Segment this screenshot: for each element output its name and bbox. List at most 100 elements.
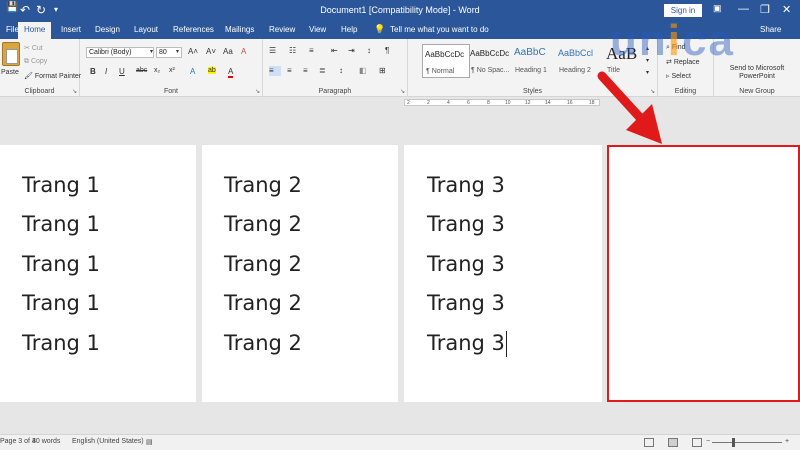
text-effects-button[interactable]: A <box>190 67 195 76</box>
minimize-button[interactable]: — <box>738 3 749 15</box>
clear-formatting-button[interactable]: A <box>241 47 246 56</box>
read-mode-icon[interactable] <box>644 438 654 447</box>
superscript-button[interactable]: x² <box>169 67 175 74</box>
show-marks-button[interactable]: ¶ <box>385 46 389 55</box>
send-to-powerpoint-button[interactable]: Send to Microsoft PowerPoint <box>719 65 795 81</box>
page-count-status[interactable]: Page 3 of 4 <box>0 438 36 445</box>
page-text-line: Trang 2 <box>224 173 302 197</box>
page-2[interactable]: Trang 2 Trang 2 Trang 2 Trang 2 Trang 2 <box>202 145 398 402</box>
style-normal[interactable]: AaBbCcDc ¶ Normal <box>422 44 470 78</box>
tab-file[interactable]: File <box>6 25 19 34</box>
align-left-icon[interactable]: ≡ <box>269 66 281 76</box>
style-no-spacing[interactable]: AaBbCcDc ¶ No Spac... <box>468 44 516 78</box>
page-text-line: Trang 2 <box>224 252 302 276</box>
underline-button[interactable]: U <box>119 67 125 76</box>
tab-mailings[interactable]: Mailings <box>225 25 254 34</box>
zoom-out-icon[interactable]: − <box>706 438 710 445</box>
tab-layout[interactable]: Layout <box>134 25 158 34</box>
tab-references[interactable]: References <box>173 25 214 34</box>
font-launcher-icon[interactable]: ↘ <box>255 88 260 95</box>
language-status[interactable]: English (United States) <box>72 438 144 445</box>
tell-me-search[interactable]: Tell me what you want to do <box>390 25 489 34</box>
subscript-button[interactable]: x₂ <box>154 67 160 74</box>
ruler-tick-label: 2 <box>407 100 410 106</box>
justify-icon[interactable]: ≣ <box>319 66 326 75</box>
ruler-tick-label: 4 <box>447 100 450 106</box>
highlight-button[interactable]: ab <box>208 67 216 74</box>
tab-review[interactable]: Review <box>269 25 295 34</box>
copy-button[interactable]: ⧉ Copy <box>24 58 47 66</box>
borders-icon[interactable]: ⊞ <box>379 66 386 75</box>
line-spacing-icon[interactable]: ↕ <box>339 66 343 75</box>
font-color-button[interactable]: A <box>228 67 234 78</box>
style-heading-1[interactable]: AaBbC Heading 1 <box>512 44 560 78</box>
align-right-icon[interactable]: ≡ <box>303 66 308 75</box>
decrease-indent-button[interactable]: ⇤ <box>331 46 338 55</box>
cut-button[interactable]: ✂ Cut <box>24 44 43 52</box>
ruler-tick-label: 12 <box>525 100 531 106</box>
strikethrough-button[interactable]: abc <box>136 67 147 74</box>
format-painter-label: Format Painter <box>34 73 82 80</box>
numbering-button[interactable]: ☷ <box>289 46 296 55</box>
lightbulb-icon: 💡 <box>374 24 386 34</box>
bullets-button[interactable]: ☰ <box>269 46 276 55</box>
ruler-area: 2 2 4 6 8 10 12 14 16 18 <box>0 97 800 145</box>
tab-home[interactable]: Home <box>18 22 52 39</box>
restore-button[interactable]: ❐ <box>760 3 770 16</box>
shrink-font-button[interactable]: A˅ <box>206 47 216 56</box>
word-count-status[interactable]: 30 words <box>32 438 60 445</box>
ruler-tick-label: 6 <box>467 100 470 106</box>
clipboard-group-label: Clipboard <box>24 88 55 95</box>
tab-design[interactable]: Design <box>95 25 120 34</box>
text-cursor <box>506 331 507 357</box>
page-1[interactable]: Trang 1 Trang 1 Trang 1 Trang 1 Trang 1 <box>0 145 196 402</box>
font-family-select[interactable]: Calibri (Body) <box>86 47 154 58</box>
page-text-line: Trang 1 <box>22 173 100 197</box>
sort-button[interactable]: ↕ <box>367 46 371 55</box>
clipboard-launcher-icon[interactable]: ↘ <box>72 88 77 95</box>
close-button[interactable]: ✕ <box>782 3 791 16</box>
shading-icon[interactable]: ◧ <box>359 66 367 75</box>
chevron-down-icon[interactable]: ▾ <box>176 48 179 55</box>
paste-button[interactable]: Paste <box>1 69 19 76</box>
copy-label: Copy <box>30 58 48 65</box>
paragraph-launcher-icon[interactable]: ↘ <box>400 88 405 95</box>
share-button[interactable]: Share <box>760 25 781 34</box>
paste-icon[interactable] <box>2 42 20 66</box>
proofing-icon[interactable]: ▤ <box>146 438 153 446</box>
zoom-slider[interactable] <box>712 442 782 443</box>
ribbon-options-icon[interactable]: ▣ <box>713 3 722 14</box>
style-sample: AaBbCcl <box>558 48 594 58</box>
change-case-button[interactable]: Aa <box>223 47 233 56</box>
page-text-line: Trang 2 <box>224 331 302 355</box>
tab-help[interactable]: Help <box>341 25 357 34</box>
style-sample: AaBbCcDc <box>470 49 510 58</box>
font-group: Calibri (Body) ▾ 80 ▾ A˄ A˅ Aa A B I U a… <box>80 39 263 97</box>
tab-view[interactable]: View <box>309 25 326 34</box>
zoom-thumb[interactable] <box>732 438 735 447</box>
style-name: ¶ Normal <box>426 68 455 75</box>
multilevel-list-button[interactable]: ≡ <box>309 46 314 55</box>
page-text-line: Trang 1 <box>22 331 100 355</box>
web-layout-icon[interactable] <box>692 438 702 447</box>
blank-page-4[interactable] <box>607 145 800 402</box>
increase-indent-button[interactable]: ⇥ <box>348 46 355 55</box>
italic-button[interactable]: I <box>105 67 107 76</box>
red-arrow-annotation <box>597 71 662 144</box>
format-painter-button[interactable]: 🖌 Format Painter <box>24 72 81 80</box>
new-group-label: New Group <box>739 88 775 95</box>
grow-font-button[interactable]: A˄ <box>188 47 198 56</box>
chevron-down-icon[interactable]: ▾ <box>150 48 153 55</box>
paragraph-group-label: Paragraph <box>318 88 352 95</box>
page-3[interactable]: Trang 3 Trang 3 Trang 3 Trang 3 Trang 3 <box>404 145 602 402</box>
zoom-in-icon[interactable]: + <box>785 438 789 445</box>
tab-insert[interactable]: Insert <box>61 25 81 34</box>
style-name: Heading 1 <box>515 67 547 74</box>
horizontal-ruler[interactable]: 2 2 4 6 8 10 12 14 16 18 <box>404 99 600 106</box>
page-text-line: Trang 3 <box>427 173 505 197</box>
style-sample: AaBbC <box>514 47 546 58</box>
style-sample: AaBbCcDc <box>425 50 465 59</box>
bold-button[interactable]: B <box>90 67 96 76</box>
print-layout-icon[interactable] <box>668 438 678 447</box>
align-center-icon[interactable]: ≡ <box>287 66 292 75</box>
